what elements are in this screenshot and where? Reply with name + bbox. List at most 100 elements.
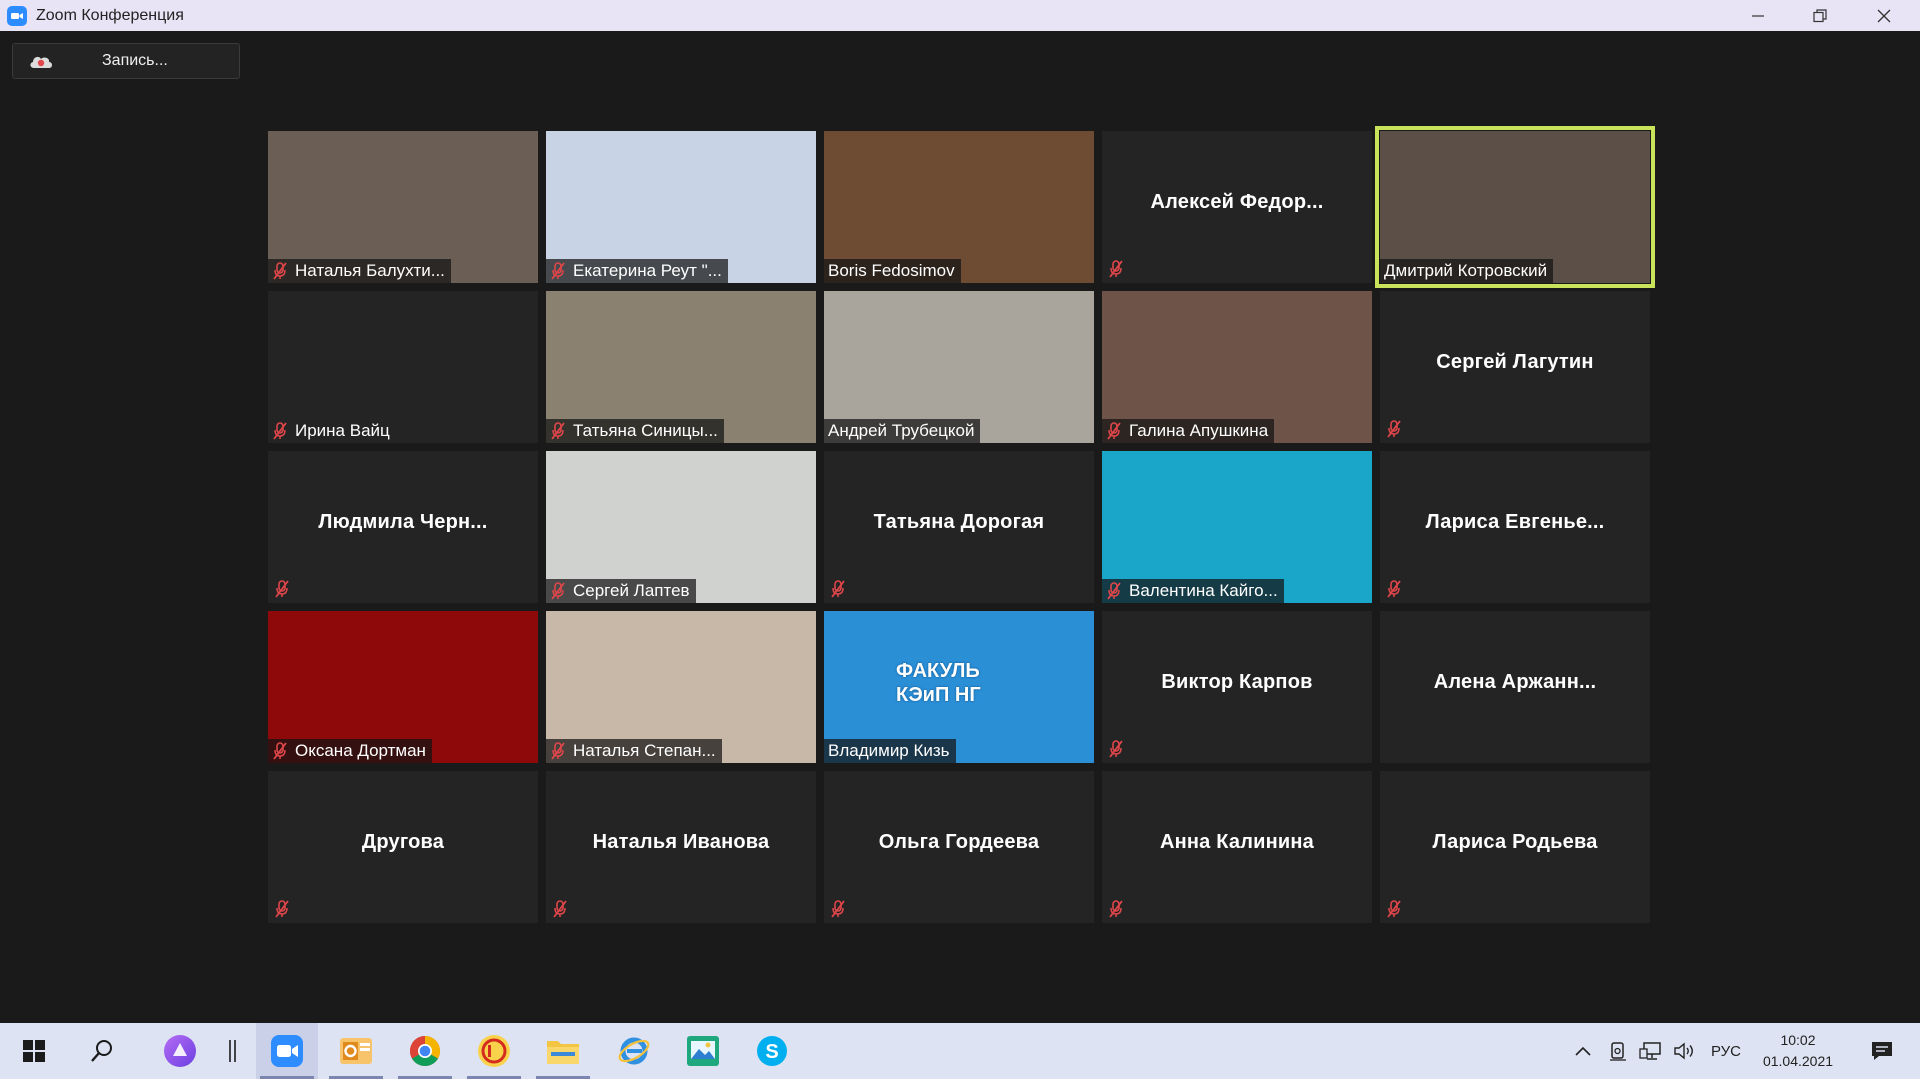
- participant-tile-active-speaker[interactable]: Дмитрий Котровский: [1375, 126, 1655, 288]
- muted-mic-icon: [551, 582, 565, 600]
- taskbar-internet-explorer[interactable]: [603, 1023, 665, 1079]
- participant-name: Сергей Лагутин: [1436, 351, 1594, 373]
- cloud-record-icon: [30, 56, 52, 68]
- action-center-button[interactable]: [1858, 1023, 1906, 1079]
- participant-name: Татьяна Синицы...: [573, 421, 718, 440]
- taskbar-outlook[interactable]: [325, 1023, 387, 1079]
- participant-name: Наталья Степан...: [573, 741, 716, 760]
- task-view-icon: [229, 1040, 236, 1062]
- participant-tile[interactable]: Ирина Вайц: [268, 291, 538, 443]
- participant-name: Лариса Евгенье...: [1425, 511, 1605, 533]
- participant-name: Наталья Балухти...: [295, 261, 445, 280]
- minimize-button[interactable]: [1727, 0, 1789, 31]
- close-button[interactable]: [1853, 0, 1915, 31]
- muted-mic-icon: [275, 900, 289, 918]
- input-language-button[interactable]: РУС: [1706, 1023, 1746, 1079]
- participant-name: Ольга Гордеева: [878, 831, 1040, 853]
- participant-name-tag: Сергей Лаптев: [546, 579, 696, 603]
- participant-tile[interactable]: Андрей Трубецкой: [824, 291, 1094, 443]
- muted-mic-icon: [1109, 900, 1123, 918]
- participant-tile[interactable]: Виктор Карпов: [1102, 611, 1372, 763]
- participant-tile[interactable]: Галина Апушкина: [1102, 291, 1372, 443]
- windows-taskbar: S РУС 10:02 01.04.2021: [0, 1023, 1920, 1079]
- taskbar-1c[interactable]: [463, 1023, 525, 1079]
- participant-tile[interactable]: Татьяна Синицы...: [546, 291, 816, 443]
- tray-device-icon-button[interactable]: [1604, 1023, 1632, 1079]
- participant-name: Людмила Черн...: [318, 511, 488, 533]
- participant-tile[interactable]: Валентина Кайго...: [1102, 451, 1372, 603]
- participant-name: Владимир Кизь: [828, 741, 950, 760]
- participant-tile[interactable]: Алексей Федор...: [1102, 131, 1372, 283]
- participant-tile[interactable]: Другова: [268, 771, 538, 923]
- participant-name-tag: Екатерина Реут "...: [546, 259, 728, 283]
- participant-name: Оксана Дортман: [295, 741, 426, 760]
- participant-name: Алена Аржанн...: [1433, 671, 1597, 693]
- participant-name: Лариса Родьева: [1432, 831, 1598, 853]
- outlook-icon: [340, 1038, 372, 1064]
- muted-mic-icon: [275, 580, 289, 598]
- meeting-window: Запись... Наталья Балухти... Екатерина Ре…: [0, 31, 1920, 1023]
- muted-mic-icon: [273, 262, 287, 280]
- muted-mic-icon: [551, 262, 565, 280]
- participant-name-tag: Татьяна Синицы...: [546, 419, 724, 443]
- participant-tile[interactable]: Boris Fedosimov: [824, 131, 1094, 283]
- participant-tile[interactable]: Сергей Лаптев: [546, 451, 816, 603]
- muted-mic-icon: [551, 422, 565, 440]
- participant-name-tag: Ирина Вайц: [268, 419, 396, 443]
- participant-tile[interactable]: Ольга Гордеева: [824, 771, 1094, 923]
- start-button[interactable]: [6, 1023, 62, 1079]
- alice-assistant-button[interactable]: [152, 1023, 208, 1079]
- participant-tile[interactable]: Наталья Иванова: [546, 771, 816, 923]
- participant-tile[interactable]: ФАКУЛЬ КЭиП НГ Владимир Кизь: [824, 611, 1094, 763]
- muted-mic-icon: [1107, 422, 1121, 440]
- show-hidden-icons-button[interactable]: [1570, 1023, 1596, 1079]
- taskbar-zoom[interactable]: [256, 1023, 318, 1079]
- participant-tile[interactable]: Лариса Родьева: [1380, 771, 1650, 923]
- zoom-app-icon: [7, 5, 27, 26]
- taskbar-skype[interactable]: S: [741, 1023, 803, 1079]
- participant-tile[interactable]: Анна Калинина: [1102, 771, 1372, 923]
- participant-tile[interactable]: Сергей Лагутин: [1380, 291, 1650, 443]
- search-button[interactable]: [74, 1023, 130, 1079]
- taskbar-image-viewer[interactable]: [672, 1023, 734, 1079]
- clock-time: 10:02: [1780, 1032, 1816, 1048]
- participant-tile[interactable]: Людмила Черн...: [268, 451, 538, 603]
- volume-button[interactable]: [1670, 1023, 1700, 1079]
- alice-icon: [164, 1035, 196, 1067]
- zoom-app-icon: [271, 1035, 303, 1067]
- participant-name: Анна Калинина: [1159, 831, 1315, 853]
- task-view-button[interactable]: [206, 1023, 260, 1079]
- network-button[interactable]: [1636, 1023, 1666, 1079]
- clock-button[interactable]: 10:02 01.04.2021: [1750, 1023, 1846, 1079]
- participant-name-tag: Валентина Кайго...: [1102, 579, 1284, 603]
- muted-mic-icon: [553, 900, 567, 918]
- device-sync-icon: [1610, 1042, 1626, 1061]
- participant-tile[interactable]: Лариса Евгенье...: [1380, 451, 1650, 603]
- participant-tile[interactable]: Алена Аржанн...: [1380, 611, 1650, 763]
- taskbar-file-explorer[interactable]: [532, 1023, 594, 1079]
- muted-mic-icon: [273, 742, 287, 760]
- participant-name: Наталья Иванова: [592, 831, 770, 853]
- participant-name: Екатерина Реут "...: [573, 261, 722, 280]
- restore-button[interactable]: [1789, 0, 1851, 31]
- participant-name-tag: Галина Апушкина: [1102, 419, 1275, 443]
- taskbar-chrome[interactable]: [394, 1023, 456, 1079]
- input-language-label: РУС: [1710, 1042, 1742, 1060]
- muted-mic-icon: [1109, 740, 1123, 758]
- participant-tile[interactable]: Екатерина Реут "...: [546, 131, 816, 283]
- muted-mic-icon: [831, 580, 845, 598]
- shared-slide-text: ФАКУЛЬ КЭиП НГ: [896, 659, 981, 707]
- restore-icon: [1813, 8, 1827, 22]
- participant-tile[interactable]: Наталья Балухти...: [268, 131, 538, 283]
- window-titlebar: Zoom Конференция: [0, 0, 1920, 31]
- 1c-icon: [478, 1035, 510, 1067]
- participant-tile[interactable]: Оксана Дортман: [268, 611, 538, 763]
- recording-indicator[interactable]: Запись...: [12, 43, 240, 79]
- participant-tile[interactable]: Наталья Степан...: [546, 611, 816, 763]
- participant-tile[interactable]: Татьяна Дорогая: [824, 451, 1094, 603]
- svg-text:S: S: [765, 1041, 778, 1063]
- close-icon: [1877, 9, 1891, 22]
- notification-icon: [1872, 1042, 1892, 1060]
- participant-name: Алексей Федор...: [1150, 191, 1324, 213]
- participant-name-tag: Дмитрий Котровский: [1380, 259, 1554, 283]
